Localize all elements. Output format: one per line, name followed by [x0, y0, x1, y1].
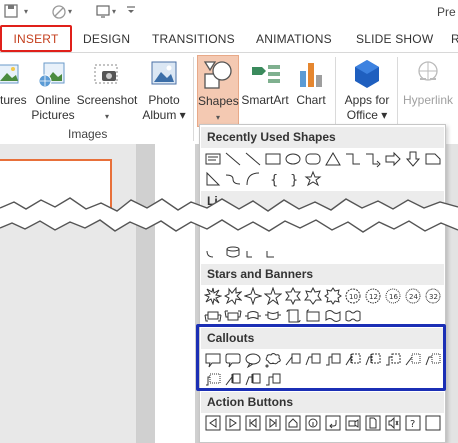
star-16-point-shape[interactable]: 16 — [384, 287, 402, 305]
svg-text:?: ? — [410, 419, 415, 430]
tab-insert[interactable]: INSERT — [0, 25, 72, 52]
action-movie-shape[interactable] — [344, 414, 362, 432]
action-buttons-header: Action Buttons — [201, 392, 444, 413]
elbow-connector-shape[interactable] — [344, 150, 362, 168]
tab-animations[interactable]: ANIMATIONS — [256, 29, 332, 49]
svg-text:16: 16 — [389, 293, 398, 301]
action-custom-shape[interactable] — [424, 414, 442, 432]
qat-caret-icon[interactable]: ▾ — [24, 7, 28, 16]
chart-button[interactable]: Chart — [292, 55, 330, 129]
app-title: Pre — [437, 5, 456, 19]
rectangle-shape[interactable] — [264, 150, 282, 168]
rounded-rectangle-shape[interactable] — [304, 150, 322, 168]
elbow-arrow-connector-shape[interactable] — [364, 150, 382, 168]
wave-shape[interactable] — [324, 307, 342, 325]
torn-edge-effect — [0, 197, 458, 233]
qat-caret-icon[interactable]: ▾ — [112, 7, 116, 16]
svg-text:24: 24 — [409, 293, 418, 301]
action-help-shape[interactable]: ? — [404, 414, 422, 432]
callouts-highlight — [196, 324, 446, 391]
qat-caret-icon[interactable]: ▾ — [68, 7, 72, 16]
shapes-button[interactable]: Shapes ▾ — [197, 55, 239, 127]
chevron-down-icon: ▾ — [215, 113, 220, 122]
action-sound-shape[interactable] — [384, 414, 402, 432]
explosion-1-shape[interactable] — [204, 287, 222, 305]
shapes-icon — [201, 58, 235, 92]
recently-used-shapes-header: Recently Used Shapes — [201, 127, 444, 148]
hyperlink-button[interactable]: Hyperlink — [400, 55, 456, 129]
tab-design[interactable]: DESIGN — [83, 29, 130, 49]
star-4-point-shape[interactable] — [244, 287, 262, 305]
screenshot-icon — [90, 57, 124, 91]
triangle-shape[interactable] — [324, 150, 342, 168]
oval-shape[interactable] — [284, 150, 302, 168]
action-home-shape[interactable] — [284, 414, 302, 432]
action-beginning-shape[interactable] — [244, 414, 262, 432]
star-12-point-shape[interactable]: 12 — [364, 287, 382, 305]
vertical-scroll-shape[interactable] — [284, 307, 302, 325]
double-wave-shape[interactable] — [344, 307, 362, 325]
star-7-point-shape[interactable] — [304, 287, 322, 305]
photo-album-icon — [147, 57, 181, 91]
shapes-gallery: Recently Used Shapes { } Li Stars and Ba… — [199, 124, 446, 443]
action-back-shape[interactable] — [204, 414, 222, 432]
action-information-shape[interactable] — [304, 414, 322, 432]
line-shape[interactable] — [224, 150, 242, 168]
star-8-point-shape[interactable] — [324, 287, 342, 305]
stars-and-banners-header: Stars and Banners — [201, 264, 444, 285]
tab-slide-show[interactable]: SLIDE SHOW — [356, 29, 433, 49]
snip-rectangle-shape[interactable] — [424, 150, 442, 168]
start-from-beginning-icon[interactable] — [94, 3, 112, 21]
pictures-button[interactable]: ctures — [0, 55, 27, 129]
text-box-shape[interactable] — [204, 150, 222, 168]
redo-icon[interactable] — [50, 3, 68, 21]
arrow-line-shape[interactable] — [244, 150, 262, 168]
svg-text:32: 32 — [429, 293, 438, 301]
down-arrow-shape[interactable] — [404, 150, 422, 168]
screenshot-button[interactable]: Screenshot ▾ — [76, 55, 138, 129]
customize-qat-icon[interactable] — [122, 3, 140, 21]
action-document-shape[interactable] — [364, 414, 382, 432]
svg-text:10: 10 — [349, 293, 358, 301]
tab-review[interactable]: R — [451, 29, 458, 49]
save-icon[interactable] — [2, 3, 20, 21]
hyperlink-icon — [411, 57, 445, 91]
action-forward-shape[interactable] — [224, 414, 242, 432]
star-5-point-shape[interactable] — [264, 287, 282, 305]
smartart-button[interactable]: SmartArt — [240, 55, 290, 129]
apps-for-office-button[interactable]: Apps for Office ▾ — [340, 55, 394, 129]
explosion-2-shape[interactable] — [224, 287, 242, 305]
svg-text:12: 12 — [369, 293, 378, 301]
curved-up-ribbon-shape[interactable] — [244, 307, 262, 325]
chart-icon — [294, 57, 328, 91]
pictures-icon — [0, 57, 23, 91]
photo-album-button[interactable]: Photo Album ▾ — [140, 55, 188, 129]
tab-transitions[interactable]: TRANSITIONS — [152, 29, 235, 49]
star-24-point-shape[interactable]: 24 — [404, 287, 422, 305]
horizontal-scroll-shape[interactable] — [304, 307, 322, 325]
right-arrow-shape[interactable] — [384, 150, 402, 168]
quick-access-toolbar: ▾ ▾ ▾ Pre — [0, 0, 458, 24]
images-group-label: Images — [68, 127, 108, 141]
chevron-down-icon: ▾ — [104, 112, 109, 121]
up-ribbon-shape[interactable] — [204, 307, 222, 325]
star-32-point-shape[interactable]: 32 — [424, 287, 442, 305]
curved-down-ribbon-shape[interactable] — [264, 307, 282, 325]
action-return-shape[interactable] — [324, 414, 342, 432]
online-pictures-icon — [36, 57, 70, 91]
star-10-point-shape[interactable]: 10 — [344, 287, 362, 305]
online-pictures-button[interactable]: Online Pictures — [30, 55, 76, 129]
ribbon-tabs: INSERT DESIGN TRANSITIONS ANIMATIONS SLI… — [0, 24, 458, 52]
action-end-shape[interactable] — [264, 414, 282, 432]
apps-for-office-icon — [350, 57, 384, 91]
down-ribbon-shape[interactable] — [224, 307, 242, 325]
smartart-icon — [248, 57, 282, 91]
star-6-point-shape[interactable] — [284, 287, 302, 305]
group-divider — [193, 57, 194, 141]
